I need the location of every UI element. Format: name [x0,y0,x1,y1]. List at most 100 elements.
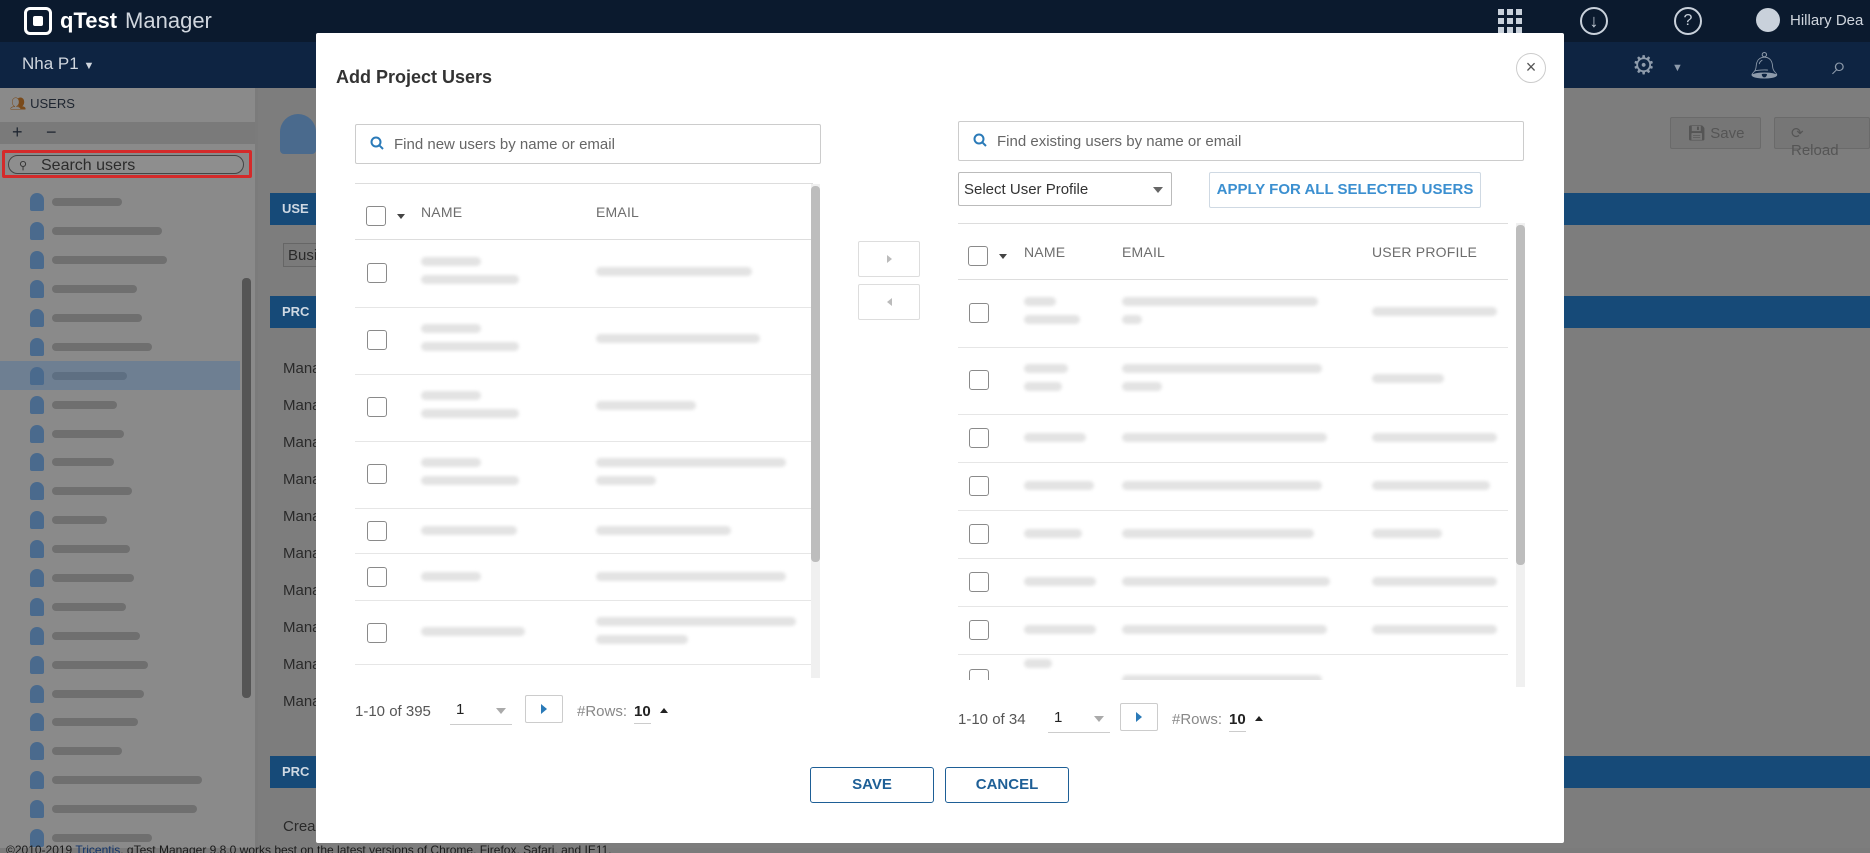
row-checkbox[interactable] [969,303,989,323]
row-checkbox[interactable] [969,476,989,496]
list-item[interactable] [30,564,230,593]
project-selector[interactable]: Nha P1 ▼ [22,54,94,74]
row-checkbox[interactable] [367,521,387,541]
list-item[interactable] [30,795,230,824]
row-checkbox[interactable] [969,669,989,680]
table-row[interactable] [958,607,1508,655]
list-item[interactable] [30,246,230,275]
page-select[interactable]: 1 [1048,703,1110,733]
row-checkbox[interactable] [969,572,989,592]
user-menu[interactable]: Hillary Dea [1756,8,1863,32]
table-row[interactable] [355,442,813,509]
chevron-down-icon[interactable]: ▼ [1672,62,1683,74]
row-checkbox[interactable] [367,464,387,484]
chevron-up-icon[interactable] [660,708,668,713]
list-item[interactable] [0,361,240,391]
row-checkbox[interactable] [367,330,387,350]
table-row[interactable] [355,375,813,442]
reload-button[interactable]: ⟳ Reload [1774,117,1870,159]
table-row[interactable] [958,348,1508,415]
save-button[interactable]: 💾︎ Save [1670,117,1762,149]
list-item[interactable] [30,766,230,795]
bell-icon[interactable]: 🔔︎ [1748,50,1781,81]
list-item[interactable] [30,304,230,333]
apply-for-all-button[interactable]: APPLY FOR ALL SELECTED USERS [1209,172,1481,208]
row-checkbox[interactable] [367,623,387,643]
scrollbar-thumb[interactable] [811,186,820,562]
move-left-button[interactable] [858,284,920,320]
list-item[interactable] [30,650,230,679]
table-row[interactable] [355,308,813,375]
next-page-button[interactable] [1120,703,1158,731]
list-item[interactable] [30,188,230,217]
row-checkbox[interactable] [969,524,989,544]
scrollbar-thumb[interactable] [1516,225,1525,565]
row-checkbox[interactable] [367,567,387,587]
remove-user-button[interactable]: − [46,122,57,143]
search-icon[interactable]: ⌕ [1832,50,1847,82]
list-item[interactable] [30,275,230,304]
add-user-button[interactable]: + [12,122,23,143]
tricentis-link[interactable]: Tricentis [75,843,120,853]
existing-users-scrollbar[interactable] [1516,223,1525,687]
search-users-field[interactable]: ⚲ Search users [2,150,252,178]
find-existing-users-field[interactable] [958,121,1524,161]
new-users-scrollbar[interactable] [811,184,820,678]
chevron-down-icon[interactable] [999,254,1007,259]
list-item[interactable] [30,448,230,477]
close-button[interactable]: × [1516,53,1546,83]
list-item[interactable] [30,390,230,419]
chevron-down-icon[interactable] [397,214,405,219]
list-item[interactable] [30,535,230,564]
table-row[interactable] [355,241,813,308]
users-scrollbar[interactable] [242,278,251,698]
row-checkbox[interactable] [367,397,387,417]
cancel-button[interactable]: CANCEL [945,767,1069,803]
row-checkbox[interactable] [969,428,989,448]
column-header-email[interactable]: EMAIL [596,204,639,220]
table-row[interactable] [958,511,1508,559]
find-existing-users-input[interactable] [997,130,1505,152]
find-new-users-input[interactable] [394,133,812,155]
table-row[interactable] [958,655,1508,680]
user-profile-select[interactable]: Select User Profile [958,172,1172,206]
table-row[interactable] [958,415,1508,463]
gear-icon[interactable]: ⚙ [1632,50,1655,81]
table-row[interactable] [958,281,1508,348]
list-item[interactable] [30,332,230,361]
help-icon[interactable]: ? [1672,5,1704,37]
move-right-button[interactable] [858,241,920,277]
table-row[interactable] [958,559,1508,607]
table-row[interactable] [355,554,813,601]
list-item[interactable] [30,217,230,246]
list-item[interactable] [30,679,230,708]
column-header-email[interactable]: EMAIL [1122,244,1165,260]
list-item[interactable] [30,477,230,506]
list-item[interactable] [30,737,230,766]
chevron-up-icon[interactable] [1255,716,1263,721]
column-header-name[interactable]: NAME [1024,244,1065,260]
table-row[interactable] [355,509,813,554]
select-all-new-checkbox[interactable] [366,206,386,226]
next-page-button[interactable] [525,695,563,723]
column-header-name[interactable]: NAME [421,204,462,220]
list-item[interactable] [30,708,230,737]
page-select[interactable]: 1 [450,695,512,725]
select-all-existing-checkbox[interactable] [968,246,988,266]
list-item[interactable] [30,592,230,621]
list-item[interactable] [30,506,230,535]
app-logo[interactable]: qTest Manager [24,6,212,36]
column-header-user-profile[interactable]: USER PROFILE [1372,244,1477,260]
list-item[interactable] [30,621,230,650]
row-checkbox[interactable] [367,263,387,283]
row-checkbox[interactable] [969,620,989,640]
row-checkbox[interactable] [969,370,989,390]
find-new-users-field[interactable] [355,124,821,164]
download-icon[interactable]: ↓ [1578,5,1610,37]
list-item[interactable] [30,419,230,448]
rows-select[interactable]: 10 [634,703,651,724]
save-button[interactable]: SAVE [810,767,934,803]
table-row[interactable] [355,601,813,665]
rows-select[interactable]: 10 [1229,711,1246,732]
table-row[interactable] [958,463,1508,511]
